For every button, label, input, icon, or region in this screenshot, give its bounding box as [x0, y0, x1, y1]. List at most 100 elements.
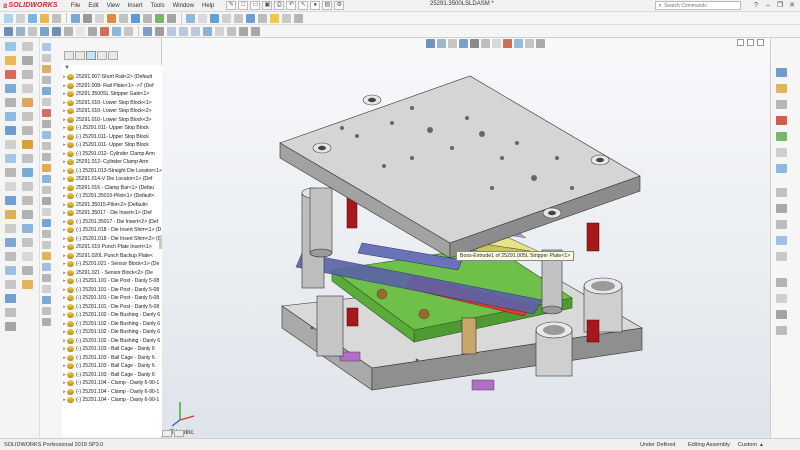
sketch-icon[interactable] — [282, 13, 291, 23]
strip-tool-icon[interactable] — [22, 238, 33, 247]
panel-tool-icon[interactable] — [42, 219, 51, 227]
tree-item[interactable]: ▸ (-) 25291.35017 - Die Insert<2> (Def — [62, 218, 162, 227]
select-icon[interactable]: ↖ — [298, 1, 309, 10]
clearance-verification-icon[interactable] — [198, 13, 207, 23]
tree-item[interactable]: ▸ (-) 25291.011- Upper Stop Block — [62, 133, 162, 142]
strip-tool-icon[interactable] — [5, 168, 16, 177]
task-pane-tool-icon[interactable] — [776, 310, 787, 319]
tree-item[interactable]: ▸ 25291.008- Rail Plate<1> ->7 (Def — [62, 82, 162, 91]
task-pane-tool-icon[interactable] — [776, 278, 787, 287]
die-bushing-front-right[interactable] — [535, 321, 573, 377]
options-icon[interactable]: ⚙ — [334, 1, 345, 10]
two-view-icon[interactable] — [239, 26, 248, 36]
view-orientation-icon[interactable] — [64, 26, 73, 36]
tree-item[interactable]: ▸ (-) 25291.103 - Ball Cage - Danly 6 — [62, 354, 162, 363]
search-input[interactable] — [664, 2, 736, 9]
panel-tool-icon[interactable] — [42, 285, 51, 293]
hole-alignment-icon[interactable] — [210, 13, 219, 23]
task-pane-tool-icon[interactable] — [776, 326, 787, 335]
tab-featuremanager-icon[interactable] — [64, 51, 74, 60]
panel-tool-icon[interactable] — [42, 87, 51, 95]
menu-tools[interactable]: Tools — [147, 3, 169, 9]
tab-model-icon[interactable] — [162, 430, 172, 437]
interference-detection-icon[interactable] — [186, 13, 195, 23]
normal-to-icon[interactable] — [215, 26, 224, 36]
strip-tool-icon[interactable] — [5, 252, 16, 261]
strip-tool-icon[interactable] — [22, 98, 33, 107]
file-properties-icon[interactable]: ▤ — [322, 1, 333, 10]
tree-item[interactable]: ▸ 25291.020L Punch Backup Plate< — [62, 252, 162, 261]
insert-component-icon[interactable] — [16, 13, 25, 23]
strip-tool-icon[interactable] — [22, 168, 33, 177]
tab-motion-study-icon[interactable] — [174, 430, 184, 437]
sensor-block[interactable] — [461, 317, 477, 355]
check-icon[interactable] — [258, 13, 267, 23]
tree-item[interactable]: ▸ (-) 25291.101 - Die Post - Danly 5-08 — [62, 277, 162, 286]
sigma-icon[interactable] — [83, 13, 92, 23]
strip-tool-icon[interactable] — [5, 182, 16, 191]
task-pane-tool-icon[interactable] — [776, 236, 787, 245]
tree-item[interactable]: ▸ (-) 25291.101 - Die Post - Danly 5-08 — [62, 303, 162, 312]
forum-icon[interactable] — [776, 164, 787, 173]
tree-item[interactable]: ▸ 25291.007-Short Rail<2> (Default — [62, 73, 162, 82]
strip-tool-icon[interactable] — [5, 308, 16, 317]
tree-item[interactable]: ▸ (-) 25291.011- Upper Stop Block — [62, 141, 162, 150]
bill-of-materials-icon[interactable] — [143, 13, 152, 23]
solidworks-logo[interactable]: ƨ SOLIDWORKS — [0, 0, 61, 12]
strip-tool-icon[interactable] — [22, 56, 33, 65]
assembly-features-icon[interactable] — [107, 13, 116, 23]
undo-icon[interactable]: ↶ — [286, 1, 297, 10]
panel-tool-icon[interactable] — [42, 109, 51, 117]
die-post-left[interactable] — [316, 295, 344, 357]
task-pane-tool-icon[interactable] — [776, 204, 787, 213]
strip-tool-icon[interactable] — [22, 210, 33, 219]
instant3d-icon[interactable] — [167, 13, 176, 23]
task-pane-tool-icon[interactable] — [776, 188, 787, 197]
panel-tool-icon[interactable] — [42, 263, 51, 271]
panel-tool-icon[interactable] — [42, 197, 51, 205]
smart-fasteners-icon[interactable] — [52, 13, 61, 23]
tree-item[interactable]: ▸ (-) 25291.101 - Die Post - Danly 5-08 — [62, 286, 162, 295]
menu-window[interactable]: Window — [169, 3, 198, 9]
panel-tool-icon[interactable] — [42, 274, 51, 282]
strip-tool-icon[interactable] — [5, 224, 16, 233]
strip-tool-icon[interactable] — [5, 84, 16, 93]
tree-item[interactable]: ▸ 25291.35015-Pilot<2> (Default< — [62, 201, 162, 210]
save-icon[interactable]: ▣ — [262, 1, 273, 10]
tree-item[interactable]: ▸ (-) 25291.103 - Ball Cage - Danly 6 — [62, 362, 162, 371]
strip-tool-icon[interactable] — [5, 266, 16, 275]
help-icon[interactable]: ? — [750, 0, 762, 11]
assembly-icon[interactable] — [4, 13, 13, 23]
panel-tool-icon[interactable] — [42, 307, 51, 315]
tab-configurationmanager-icon[interactable] — [86, 51, 96, 60]
section-properties-icon[interactable] — [246, 13, 255, 23]
display-style-icon[interactable] — [76, 26, 85, 36]
new-document-icon[interactable]: □ — [238, 1, 249, 10]
panel-tool-icon[interactable] — [42, 318, 51, 326]
upper-post-left[interactable] — [309, 187, 333, 258]
tree-item[interactable]: ▸ 25291.012- Cylinder Clamp Arm — [62, 158, 162, 167]
panel-tool-icon[interactable] — [42, 208, 51, 216]
panel-tool-icon[interactable] — [42, 120, 51, 128]
dynamic-annotation-icon[interactable] — [52, 26, 61, 36]
tree-item[interactable]: ▸ (-) 25291.102 - Die Bushing - Danly 6 — [62, 328, 162, 337]
tree-item[interactable]: ▸ (-) 25291.104 - Clamp - Danly 6-90-1 — [62, 388, 162, 397]
tree-item[interactable]: ▸ 25291.3500SL Stripper Gate<1> — [62, 90, 162, 99]
panel-tool-icon[interactable] — [42, 65, 51, 73]
panel-tool-icon[interactable] — [42, 98, 51, 106]
strip-tool-icon[interactable] — [5, 112, 16, 121]
tree-item[interactable]: ▸ (-) 25291.104 - Clamp - Danly 6-90-1 — [62, 379, 162, 388]
die-set-model[interactable] — [162, 38, 770, 438]
rebuild-icon[interactable]: ● — [310, 1, 321, 10]
top-view-icon[interactable] — [179, 26, 188, 36]
strip-tool-icon[interactable] — [22, 42, 33, 51]
tree-item[interactable]: ▸ (-) 25291.018 - Die Insert Shim<1> (D — [62, 226, 162, 235]
panel-tool-icon[interactable] — [42, 296, 51, 304]
unit-system-selector[interactable]: Custom — [738, 442, 757, 448]
linear-pattern-icon[interactable] — [40, 13, 49, 23]
strip-tool-icon[interactable] — [5, 280, 16, 289]
strip-tool-icon[interactable] — [5, 70, 16, 79]
strip-tool-icon[interactable] — [5, 322, 16, 331]
strip-tool-icon[interactable] — [5, 98, 16, 107]
tab-propertymanager-icon[interactable] — [75, 51, 85, 60]
